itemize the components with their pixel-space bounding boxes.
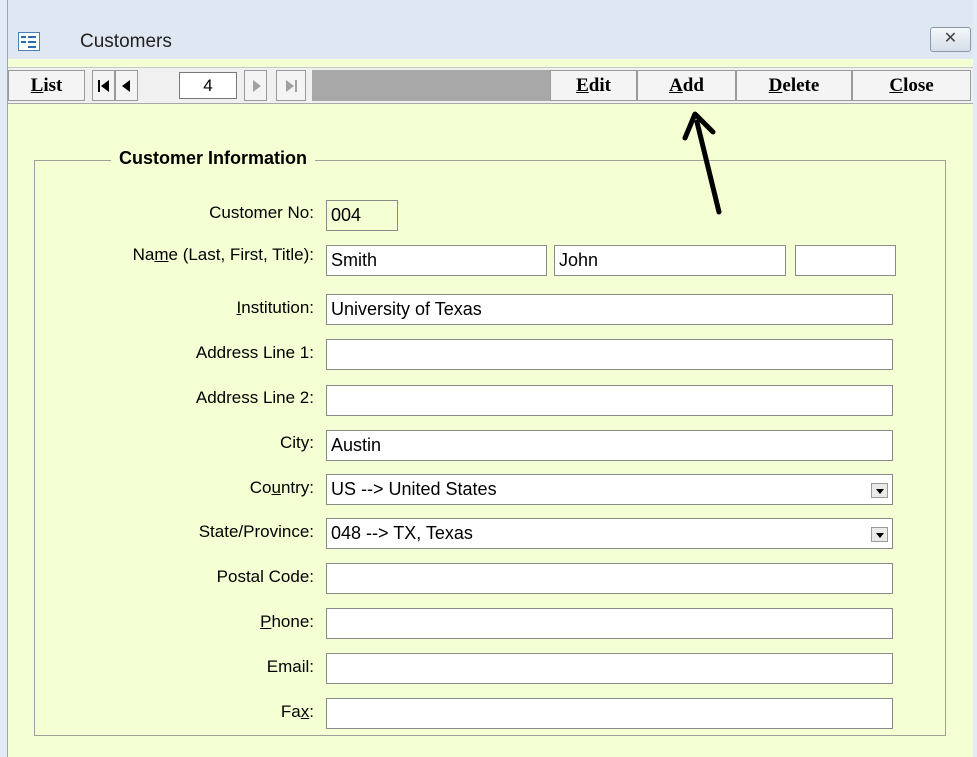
- chevron-down-icon[interactable]: [871, 483, 888, 498]
- record-number-field[interactable]: 4: [179, 72, 237, 99]
- previous-record-button[interactable]: [115, 70, 138, 101]
- postal-code-label: Postal Code:: [216, 567, 314, 586]
- list-button[interactable]: List: [8, 70, 85, 101]
- state-province-value: 048 --> TX, Texas: [331, 523, 473, 543]
- institution-label: Institution:: [236, 298, 315, 317]
- annotation-arrow-icon: [682, 111, 722, 215]
- window-frame-left: [0, 0, 8, 757]
- title-field[interactable]: [795, 245, 896, 276]
- add-button[interactable]: Add: [637, 70, 736, 101]
- address-line-1-field[interactable]: [326, 339, 893, 370]
- postal-code-field[interactable]: [326, 563, 893, 594]
- window-frame-right: [973, 0, 977, 757]
- edit-button[interactable]: Edit: [550, 70, 637, 101]
- form-icon: [18, 32, 40, 51]
- address-line-1-label: Address Line 1:: [195, 343, 314, 362]
- institution-field[interactable]: University of Texas: [326, 294, 893, 325]
- title-bar: Customers ✕: [8, 0, 973, 59]
- country-label: Country:: [249, 478, 314, 497]
- window-title: Customers: [80, 31, 172, 52]
- city-label: City:: [280, 433, 314, 452]
- city-field[interactable]: Austin: [326, 430, 893, 461]
- close-button[interactable]: Close: [852, 70, 971, 101]
- country-value: US --> United States: [331, 479, 497, 499]
- next-record-icon: [252, 80, 261, 92]
- address-line-2-field[interactable]: [326, 385, 893, 416]
- close-icon: ✕: [943, 30, 958, 47]
- last-record-button[interactable]: [276, 70, 306, 101]
- phone-label: Phone:: [260, 612, 314, 631]
- state-province-label: State/Province:: [198, 522, 314, 541]
- previous-record-icon: [121, 80, 130, 92]
- window-close-button[interactable]: ✕: [930, 27, 971, 52]
- email-field[interactable]: [326, 653, 893, 684]
- name-label: Name (Last, First, Title):: [132, 245, 314, 264]
- address-line-2-label: Address Line 2:: [195, 388, 314, 407]
- first-name-field[interactable]: John: [554, 245, 786, 276]
- group-title: Customer Information: [111, 148, 316, 169]
- email-label: Email:: [266, 657, 314, 676]
- chevron-down-icon[interactable]: [871, 527, 888, 542]
- next-record-button[interactable]: [244, 70, 267, 101]
- phone-field[interactable]: [326, 608, 893, 639]
- first-record-icon: [97, 80, 109, 92]
- navigation-bar-filler: [312, 70, 550, 101]
- fax-field[interactable]: [326, 698, 893, 729]
- toolbar: List 4 Edit Add Delete Close: [8, 67, 973, 104]
- customer-no-label: Customer No:: [209, 203, 314, 222]
- fax-label: Fax:: [280, 702, 314, 721]
- last-record-icon: [286, 80, 297, 92]
- last-name-field[interactable]: Smith: [326, 245, 547, 276]
- form-body: Customer Information Customer No: 004 Na…: [8, 104, 973, 757]
- customer-no-field: 004: [326, 200, 398, 231]
- first-record-button[interactable]: [92, 70, 115, 101]
- country-select[interactable]: US --> United States: [326, 474, 893, 505]
- delete-button[interactable]: Delete: [736, 70, 852, 101]
- state-province-select[interactable]: 048 --> TX, Texas: [326, 518, 893, 549]
- customers-window: Customers ✕ List 4 Edit Add Delete Close…: [0, 0, 977, 757]
